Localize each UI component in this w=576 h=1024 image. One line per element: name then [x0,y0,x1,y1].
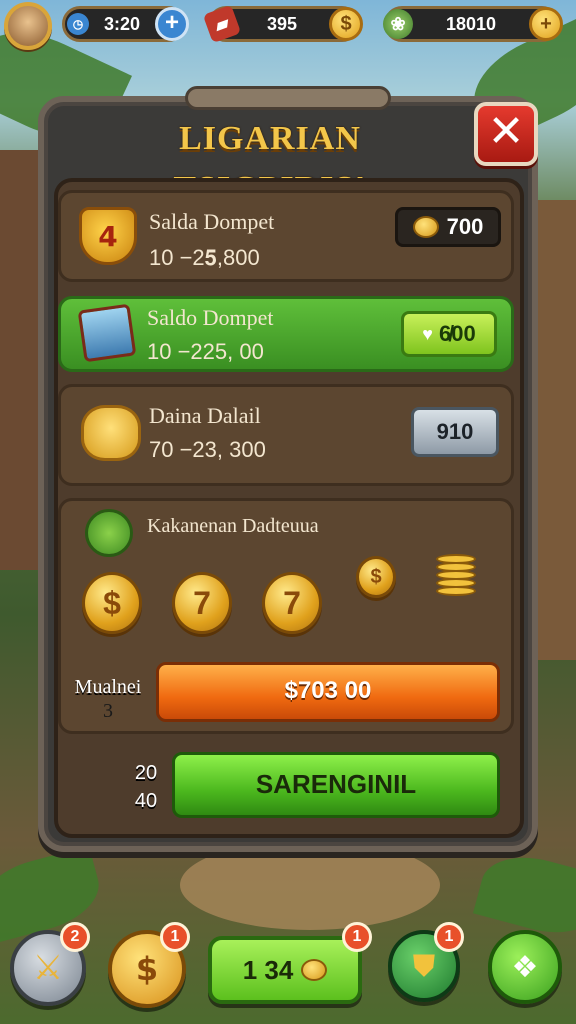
heart-icon: ♥ [422,323,433,344]
player-avatar[interactable] [4,2,52,50]
row-value: 70 −23, 300 [149,437,266,462]
confirm-label-bottom: 40 [134,790,158,812]
purchase-button[interactable]: $703 00 [156,662,500,722]
shield-badge-icon: 4 [79,207,137,265]
row-value: 10 −2𝟓,800 [149,245,260,270]
balance-row[interactable]: Daina Dalail 70 −23, 300 910 [58,384,514,486]
sword-notification-badge: 2 [60,922,90,952]
coin-balance-value: 1 34 [242,954,294,985]
coin-stack-icon [412,216,439,238]
confirm-button[interactable]: SARENGINIL [172,752,500,818]
row-amount: 6̸00 [438,321,476,346]
reward-coin-seven[interactable]: 7 [172,572,232,634]
row-amount-box: 700 [395,207,501,247]
food-bowl-icon: ❀ [383,9,413,39]
coin-notification-badge: 1 [160,922,190,952]
row-title: Salda Dompet [149,209,275,234]
row-title: Daina Dalail [149,403,261,428]
top-hud: ◷ 3:20 + ▰ 395 $ ❀ 18010 + [0,0,576,52]
wallet-row-highlighted[interactable]: Saldo Dompet 10 −225, 00 ♥ 6̸00 [58,296,514,372]
row-title: Saldo Dompet [147,305,274,330]
time-counter: ◷ 3:20 + [62,6,189,42]
dialog-ornament [185,86,391,110]
rewards-title: Kakanenan Dadteuua [147,515,319,537]
gem-counter: ▰ 395 $ [202,4,363,44]
row-value: 10 −225, 00 [147,339,264,364]
reward-coin-seven[interactable]: 7 [262,572,322,634]
purchase-quantity: 3 [103,700,113,722]
ticket-icon: ▰ [202,4,242,44]
balance-notification-badge: 1 [342,922,372,952]
chest-icon [77,303,137,363]
coin-counter: ❀ 18010 + [383,6,563,42]
dollar-shield-icon: $ [135,950,159,988]
leaf-icon [85,509,133,557]
coin-pile-icon [81,405,141,461]
dialog-title: LIGARIAN TSIGPIDIS! [173,120,365,207]
map-button[interactable]: ❖ [488,930,562,1004]
row-amount-box: ♥ 6̸00 [401,311,497,357]
row-amount-box: 910 [411,407,499,457]
coin-balance-button[interactable]: 1 34 [208,936,362,1004]
reward-coin-small[interactable]: $ [356,556,396,598]
wallet-row[interactable]: 4 Salda Dompet 10 −2𝟓,800 700 [58,190,514,282]
shield-notification-badge: 1 [434,922,464,952]
map-icon: ❖ [511,949,539,985]
coin-icon[interactable]: $ [329,7,363,41]
purchase-label: Mualnei [74,676,142,698]
row-amount: 700 [446,214,484,239]
clock-icon: ◷ [67,13,89,35]
sword-icon: ⚔ [32,948,64,988]
confirm-label-top: 20 [134,762,158,784]
close-button[interactable]: ✕ [474,102,538,166]
add-time-button[interactable]: + [155,7,189,41]
add-coins-button[interactable]: + [529,7,563,41]
background-dirt-path [180,840,440,930]
row-amount: 910 [436,419,474,444]
shield-icon: ⛊ [412,948,436,984]
coin-icon [301,959,328,981]
reward-coin-dollar[interactable]: $ [82,572,142,634]
